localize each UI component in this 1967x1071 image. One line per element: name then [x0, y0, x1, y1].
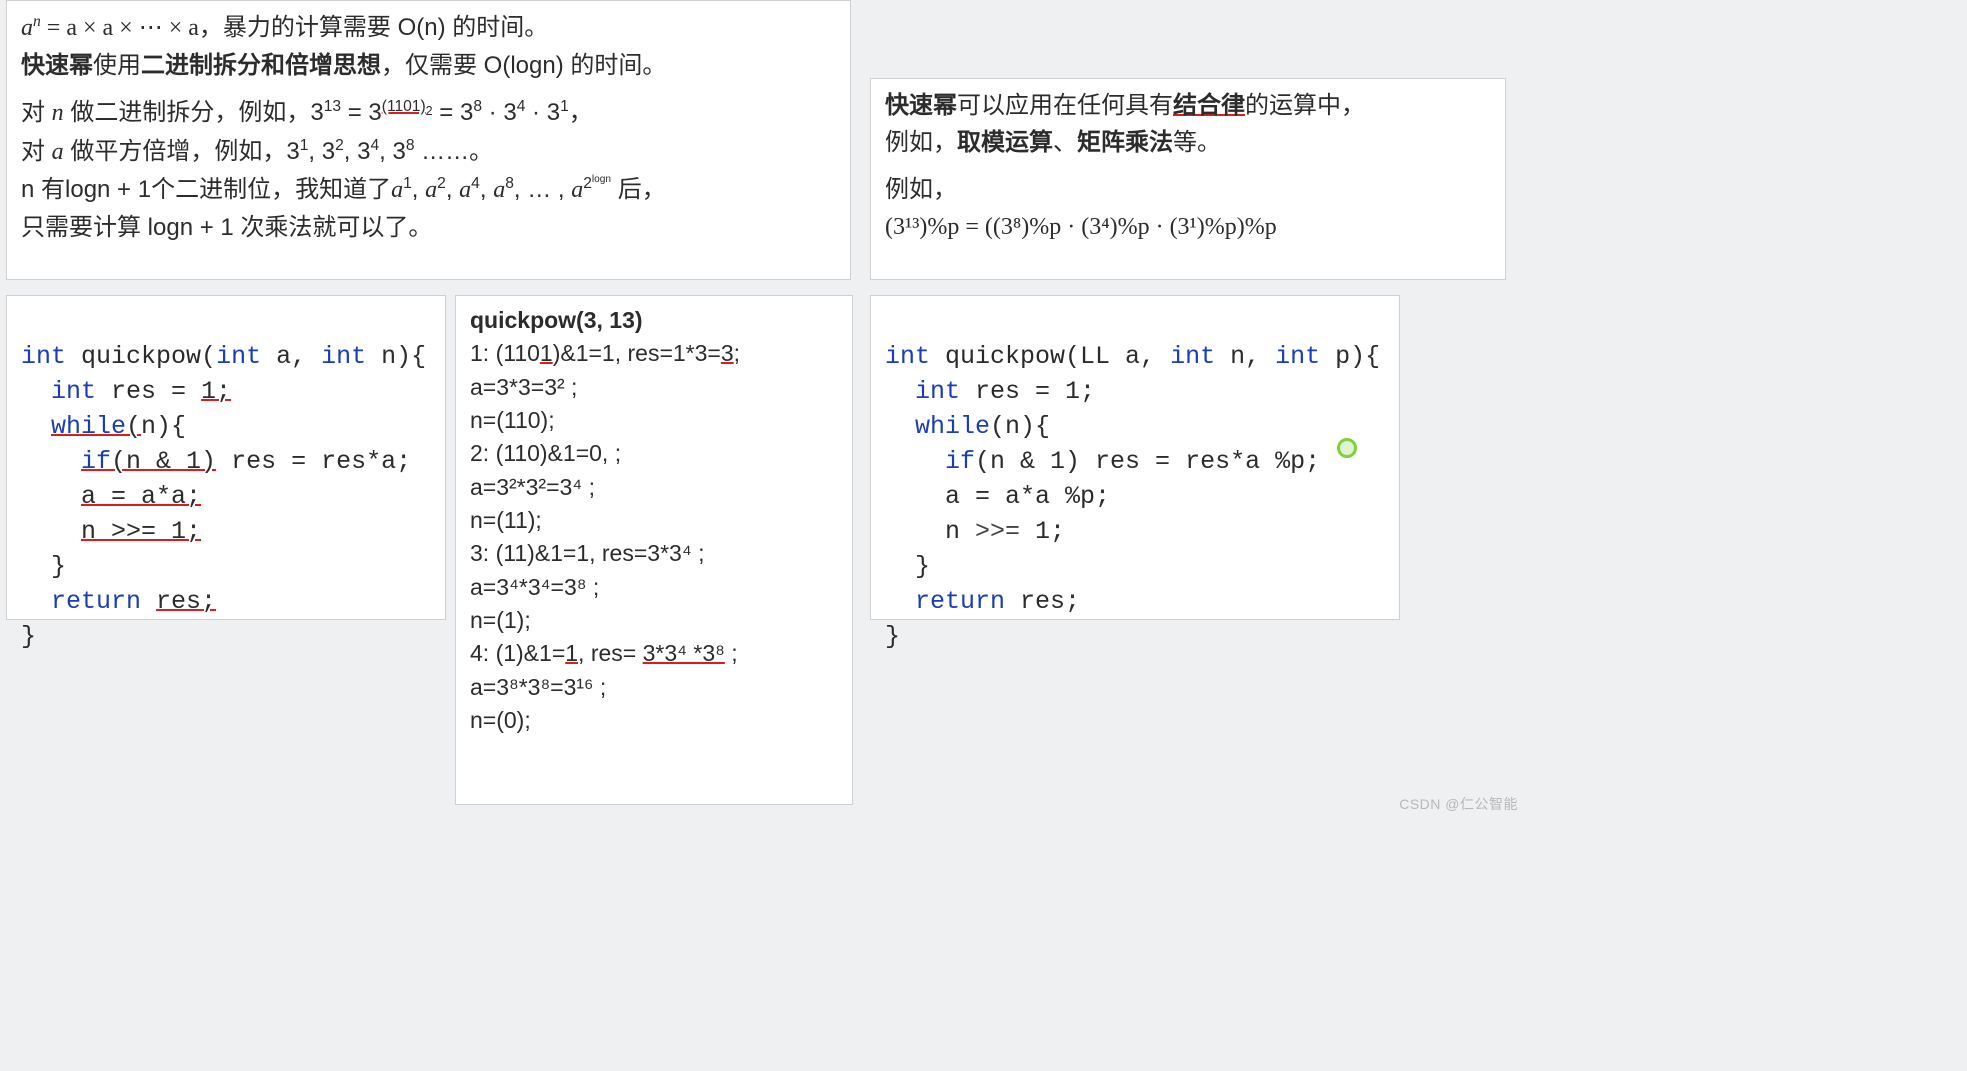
trace-box: quickpow(3, 13) 1: (1101)&1=1, res=1*3=3…: [455, 295, 853, 805]
r-line4: (3¹³)%p = ((3⁸)%p · (3⁴)%p · (3¹)%p)%p: [885, 209, 1491, 246]
trace-l2c: n=(11);: [470, 504, 838, 537]
trace-l4b: a=3⁸*3⁸=3¹⁶ ;: [470, 671, 838, 704]
r-line1: 快速幂可以应用在任何具有结合律的运算中，: [885, 87, 1491, 124]
line5: n 有logn + 1个二进制位，我知道了a1, a2, a4, a8, … ,…: [21, 171, 836, 209]
cursor-highlight-icon: [1337, 438, 1357, 458]
line3: 对 n 做二进制拆分，例如，313 = 3(1101)2 = 38 · 34 ·…: [21, 94, 836, 132]
code-box-quickpow-basic: int quickpow(int a, int n){ int res = 1;…: [6, 295, 446, 620]
trace-l4c: n=(0);: [470, 704, 838, 737]
watermark: CSDN @仁公智能: [1399, 794, 1518, 814]
line1: an = a × a × ⋯ × a，暴力的计算需要 O(n) 的时间。: [21, 9, 836, 47]
r-line2: 例如，取模运算、矩阵乘法等。: [885, 124, 1491, 161]
line6: 只需要计算 logn + 1 次乘法就可以了。: [21, 209, 836, 246]
r-line3: 例如，: [885, 171, 1491, 208]
trace-l4: 4: (1)&1=1, res= 3*3⁴ *3⁸ ;: [470, 637, 838, 670]
code-box-quickpow-mod: int quickpow(LL a, int n, int p){ int re…: [870, 295, 1400, 620]
trace-l1: 1: (1101)&1=1, res=1*3=3;: [470, 337, 838, 370]
trace-l3b: a=3⁴*3⁴=3⁸ ;: [470, 571, 838, 604]
intro-box-left: an = a × a × ⋯ × a，暴力的计算需要 O(n) 的时间。 快速幂…: [6, 0, 851, 280]
line2: 快速幂使用二进制拆分和倍增思想，仅需要 O(logn) 的时间。: [21, 47, 836, 84]
trace-l3: 3: (11)&1=1, res=3*3⁴ ;: [470, 537, 838, 570]
trace-l1b: a=3*3=3² ;: [470, 371, 838, 404]
intro-box-right: 快速幂可以应用在任何具有结合律的运算中， 例如，取模运算、矩阵乘法等。 例如， …: [870, 78, 1506, 280]
trace-heading: quickpow(3, 13): [470, 307, 643, 333]
trace-l1c: n=(110);: [470, 404, 838, 437]
trace-l2: 2: (110)&1=0, ;: [470, 437, 838, 470]
trace-l2b: a=3²*3²=3⁴ ;: [470, 471, 838, 504]
line4: 对 a 做平方倍增，例如，31, 32, 34, 38 ……。: [21, 133, 836, 171]
trace-l3c: n=(1);: [470, 604, 838, 637]
